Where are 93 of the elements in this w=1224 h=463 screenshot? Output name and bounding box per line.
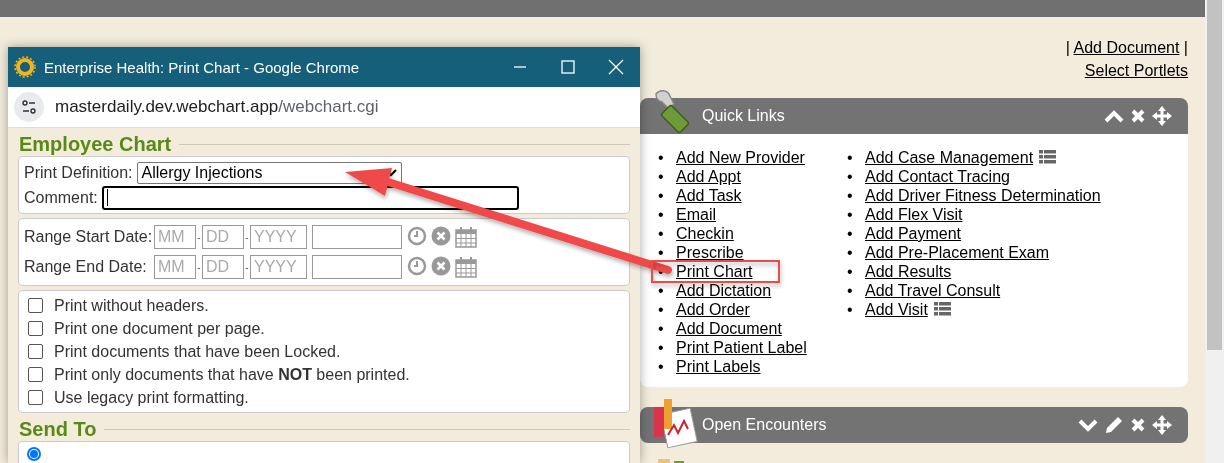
sun-icon xyxy=(14,56,36,78)
url-text[interactable]: masterdaily.dev.webchart.app/webchart.cgi xyxy=(55,97,379,117)
bullet: • xyxy=(658,148,665,167)
collapse-icon[interactable] xyxy=(1104,109,1124,123)
window-title: Enterprise Health: Print Chart - Google Chrome xyxy=(44,58,361,76)
bullet: • xyxy=(658,224,665,243)
radio-button[interactable] xyxy=(27,447,41,461)
quick-link[interactable]: Add Document xyxy=(676,320,782,337)
bullet: • xyxy=(847,224,854,243)
quick-link[interactable]: Add Dictation xyxy=(676,282,772,299)
bullet: • xyxy=(847,186,854,205)
bullet: • xyxy=(847,281,854,300)
option-label: Print only documents that have NOT been printed. xyxy=(54,365,410,384)
list-icon[interactable] xyxy=(933,302,951,316)
quick-link[interactable]: Prescribe xyxy=(676,244,744,261)
quick-link[interactable]: Add Visit xyxy=(865,301,928,318)
clock-icon[interactable] xyxy=(407,256,427,276)
quick-link[interactable]: Add Payment xyxy=(865,225,962,242)
section-title: Send To xyxy=(19,417,97,441)
site-settings-icon[interactable] xyxy=(14,92,44,122)
separator: - xyxy=(244,261,250,273)
clock-icon[interactable] xyxy=(407,226,427,246)
quick-link[interactable]: Add Task xyxy=(676,187,742,204)
bullet: • xyxy=(658,167,665,186)
move-icon[interactable] xyxy=(1152,415,1172,435)
print-definition-dropdown[interactable]: Allergy Injections xyxy=(136,161,402,184)
edit-icon[interactable] xyxy=(1104,415,1124,435)
quick-link[interactable]: Add Appt xyxy=(676,168,741,185)
quick-link[interactable]: Add Flex Visit xyxy=(865,206,963,223)
separator: - xyxy=(196,231,202,243)
clear-icon[interactable] xyxy=(431,256,451,276)
scrollbar[interactable] xyxy=(1205,0,1224,463)
quick-link[interactable]: Add Pre-Placement Exam xyxy=(865,244,1050,261)
separator: | xyxy=(1065,39,1070,56)
quick-link[interactable]: Add Driver Fitness Determination xyxy=(865,187,1101,204)
time-field[interactable] xyxy=(312,255,402,279)
quick-link[interactable]: Add Contact Tracing xyxy=(865,168,1010,185)
option-label: Use legacy print formatting. xyxy=(54,388,249,407)
comment-field[interactable] xyxy=(101,185,519,210)
bullet: • xyxy=(847,167,854,186)
option-label: Print one document per page. xyxy=(54,319,265,338)
bullet: • xyxy=(658,205,665,224)
bullet: • xyxy=(847,205,854,224)
move-icon[interactable] xyxy=(1152,106,1172,126)
bullet: • xyxy=(658,338,665,357)
quick-link[interactable]: Print Patient Label xyxy=(676,339,807,356)
checkbox[interactable] xyxy=(28,298,43,313)
quick-link[interactable]: Add Order xyxy=(676,301,750,318)
header-link[interactable]: Add Document xyxy=(1073,39,1180,56)
field-label: Print Definition: xyxy=(24,163,133,182)
checkbox[interactable] xyxy=(28,344,43,359)
bullet: • xyxy=(658,243,665,262)
quick-link[interactable]: Email xyxy=(676,206,716,223)
quick-link[interactable]: Checkin xyxy=(676,225,734,242)
checkbox[interactable] xyxy=(28,367,43,382)
bullet: • xyxy=(658,300,665,319)
clear-icon[interactable] xyxy=(431,226,451,246)
bullet: • xyxy=(847,300,854,319)
field-label: Range End Date: xyxy=(24,258,148,276)
quick-link[interactable]: Print Labels xyxy=(676,358,761,375)
close-icon[interactable] xyxy=(1130,417,1146,433)
close-icon[interactable] xyxy=(1130,108,1146,124)
option-label: Print without headers. xyxy=(54,296,209,315)
calendar-icon[interactable] xyxy=(455,256,477,278)
quick-link[interactable]: Add Results xyxy=(865,263,952,280)
header-link[interactable]: Select Portlets xyxy=(1084,62,1188,79)
checkbox[interactable] xyxy=(28,321,43,336)
portlet-title: Quick Links xyxy=(702,107,786,125)
section-title: Employee Chart xyxy=(19,132,172,156)
separator: - xyxy=(244,231,250,243)
bullet: • xyxy=(847,243,854,262)
bullet: • xyxy=(658,319,665,338)
quick-link[interactable]: Print Chart xyxy=(676,263,753,280)
bullet: • xyxy=(847,262,854,281)
portlet-title: Open Encounters xyxy=(702,416,828,434)
bullet: • xyxy=(658,186,665,205)
time-field[interactable] xyxy=(312,225,402,249)
separator: - xyxy=(196,261,202,273)
bullet: • xyxy=(658,281,665,300)
list-icon[interactable] xyxy=(1039,150,1057,164)
bullet: • xyxy=(847,148,854,167)
field-label: Comment: xyxy=(24,188,98,207)
quick-link[interactable]: Add New Provider xyxy=(676,149,805,166)
quick-link[interactable]: Add Travel Consult xyxy=(865,282,1001,299)
scrollbar-thumb[interactable] xyxy=(1207,0,1222,350)
bullet: • xyxy=(658,357,665,376)
option-label: Print documents that have been Locked. xyxy=(54,342,341,361)
expand-icon[interactable] xyxy=(1078,418,1098,432)
quick-link[interactable]: Add Case Management xyxy=(865,149,1034,166)
checkbox[interactable] xyxy=(28,390,43,405)
field-label: Range Start Date: xyxy=(24,228,154,246)
calendar-icon[interactable] xyxy=(455,226,477,248)
separator: | xyxy=(1183,39,1188,56)
